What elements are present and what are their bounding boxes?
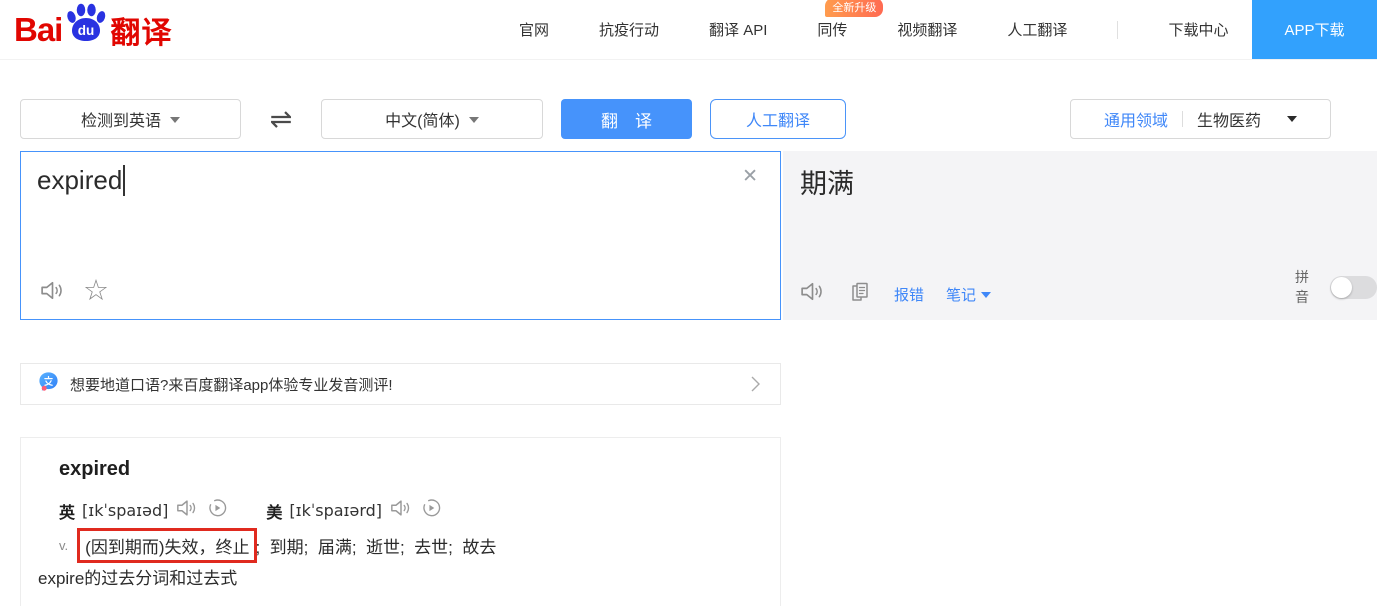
dictionary-card: expired 英 [ɪkˈspaɪəd] 美 [ɪkˈspaɪərd] v. … [20,437,781,606]
nav-item-translate-api[interactable]: 翻译 API [709,19,767,40]
pinyin-toggle[interactable] [1329,275,1377,299]
source-input-panel[interactable]: expired ✕ ☆ [20,151,781,320]
dictionary-headword: expired [59,458,131,480]
baidu-translate-page: Bai du 翻译 官网 抗疫行动 翻译 API 同传 全新升级 视频翻译 人工… [0,0,1377,606]
new-upgrade-badge: 全新升级 [825,0,884,17]
uk-speaker-button[interactable] [175,497,199,524]
replay-icon [206,497,228,524]
phonetics-row: 英 [ɪkˈspaɪəd] 美 [ɪkˈspaɪərd] [59,497,442,524]
us-speaker-button[interactable] [389,497,413,524]
caret-down-icon [1287,116,1298,122]
translation-result-text: 期满 [800,169,854,199]
nav-item-download-center[interactable]: 下载中心 [1168,19,1228,40]
nav-item-simultaneous[interactable]: 同传 全新升级 [817,0,884,40]
caret-down-icon [981,292,992,298]
promo-text: 想要地道口语?来百度翻译app体验专业发音测评! [70,376,393,394]
source-speaker-button[interactable] [39,278,66,308]
logo-bai-text: Bai [14,11,63,48]
domain-selector[interactable]: 通用领域 生物医药 [1070,99,1331,139]
report-error-link[interactable]: 报错 [894,284,924,305]
svg-text:du: du [78,23,95,38]
definition-rest: ; 到期; 届满; 逝世; 去世; 故去 [255,538,497,557]
result-panel-toolbar: 报错 笔记 [799,279,992,309]
swap-icon: ⇌ [269,103,293,134]
star-icon: ☆ [83,275,109,307]
baidu-paw-icon: du [63,3,109,50]
close-icon: ✕ [742,166,758,187]
domain-divider [1182,111,1183,127]
app-download-button[interactable]: APP下载 [1252,0,1377,59]
part-of-speech: v. [59,538,69,553]
nav-item-official-site[interactable]: 官网 [519,19,549,40]
us-label: 美 [266,504,283,522]
chevron-right-icon [746,374,764,394]
speaker-icon [389,497,413,524]
source-language-select[interactable]: 检测到英语 [20,99,241,139]
nav-item-video-translate[interactable]: 视频翻译 [897,19,957,40]
text-cursor [123,165,125,196]
logo-product-text: 翻译 [110,17,173,50]
nav-item-anti-epidemic[interactable]: 抗疫行动 [599,19,659,40]
clear-input-button[interactable]: ✕ [742,165,758,188]
us-ipa: [ɪkˈspaɪərd] [289,501,383,520]
definition-note: expire的过去分词和过去式 [38,569,238,588]
app-promo-banner[interactable]: 想要地道口语?来百度翻译app体验专业发音测评! [20,363,781,405]
domain-general-option[interactable]: 通用领域 [1104,107,1168,131]
source-text-input[interactable]: expired [37,165,125,196]
translation-result-panel: 期满 报错 笔记 拼音 [783,151,1377,320]
pinyin-label: 拼音 [1295,269,1309,305]
red-annotation-box: (因到期而)失效，终止 [77,528,258,563]
translate-button[interactable]: 翻 译 [561,99,692,139]
definition-row: v. (因到期而)失效，终止 ; 到期; 届满; 逝世; 去世; 故去 [59,528,496,563]
uk-ipa: [ɪkˈspaɪəd] [82,501,169,520]
source-language-label: 检测到英语 [80,113,161,130]
translate-app-icon [37,370,60,398]
speaker-icon [799,279,826,309]
uk-replay-button[interactable] [206,497,228,524]
copy-icon [848,280,872,309]
target-language-label: 中文(简体) [385,113,460,130]
nav-item-human-translate[interactable]: 人工翻译 [1007,19,1067,40]
favorite-star-button[interactable]: ☆ [83,277,109,306]
nav-divider [1117,20,1119,39]
replay-icon [420,497,442,524]
result-speaker-button[interactable] [799,279,826,309]
notes-dropdown[interactable]: 笔记 [946,284,992,305]
domain-selected-option[interactable]: 生物医药 [1197,107,1261,131]
chevron-down-icon [468,117,479,123]
baidu-translate-logo[interactable]: Bai du 翻译 [14,3,173,54]
target-language-select[interactable]: 中文(简体) [321,99,543,139]
speaker-icon [39,278,66,308]
toggle-knob [1330,276,1352,298]
header: Bai du 翻译 官网 抗疫行动 翻译 API 同传 全新升级 视频翻译 人工… [0,0,1377,60]
us-replay-button[interactable] [420,497,442,524]
pinyin-control: 拼音 [1295,267,1377,307]
uk-label: 英 [59,504,76,522]
header-nav: 官网 抗疫行动 翻译 API 同传 全新升级 视频翻译 人工翻译 下载中心 [519,0,1228,59]
human-translate-button[interactable]: 人工翻译 [710,99,846,139]
speaker-icon [175,497,199,524]
swap-languages-button[interactable]: ⇌ [261,99,301,139]
copy-result-button[interactable] [848,280,872,309]
source-panel-toolbar: ☆ [39,277,109,308]
chevron-down-icon [170,117,180,123]
